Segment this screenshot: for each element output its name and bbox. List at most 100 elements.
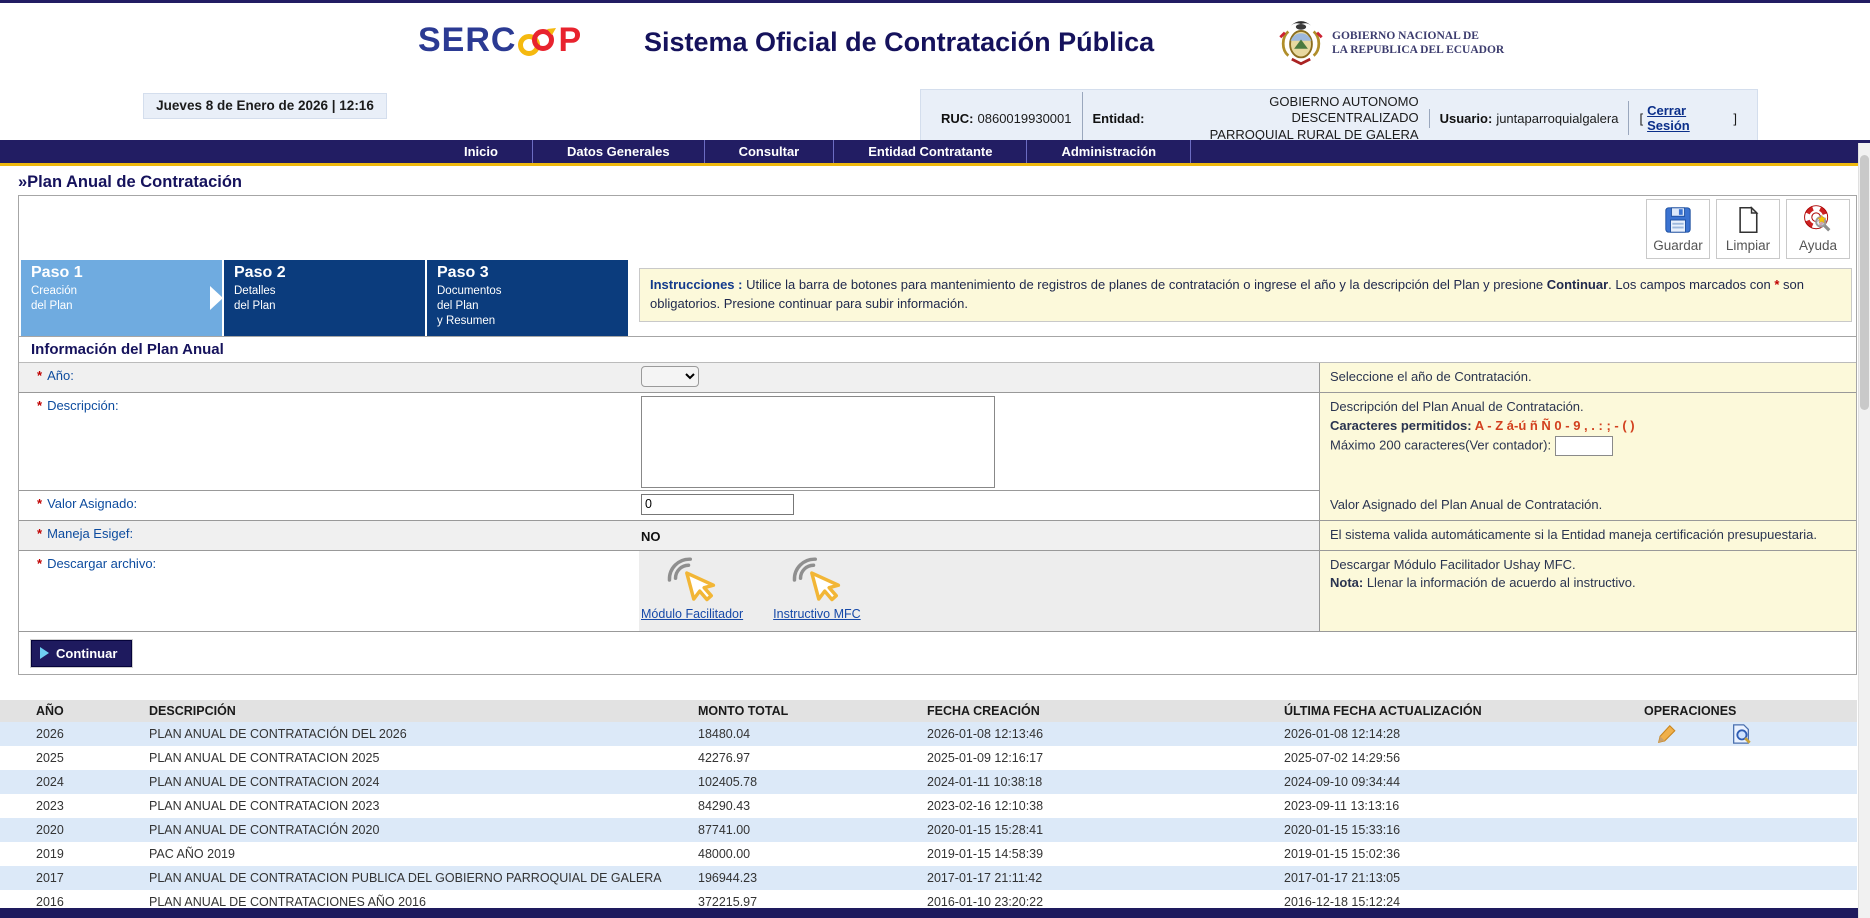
cell-year: 2017 — [36, 871, 149, 885]
form-row-descargar: *Descargar archivo: Módulo Faci — [19, 551, 1856, 632]
cell-updated: 2026-01-08 12:14:28 — [1284, 727, 1644, 741]
valor-label: Valor Asignado: — [47, 496, 137, 511]
scrollbar-thumb[interactable] — [1860, 155, 1869, 410]
table-row: 2020 PLAN ANUAL DE CONTRATACIÓN 2020 877… — [0, 818, 1857, 842]
cell-description: PLAN ANUAL DE CONTRATACION 2025 — [149, 751, 698, 765]
cell-year: 2016 — [36, 895, 149, 909]
cell-created: 2023-02-16 12:10:38 — [927, 799, 1284, 813]
nav-item[interactable]: Datos Generales — [533, 140, 705, 163]
form-row-valor: *Valor Asignado: Valor Asignado del Plan… — [19, 491, 1856, 521]
help-button[interactable]: Ayuda — [1786, 199, 1850, 259]
anio-select[interactable] — [641, 366, 699, 387]
cell-created: 2024-01-11 10:38:18 — [927, 775, 1284, 789]
modulo-facilitador-download[interactable]: Módulo Facilitador — [641, 554, 743, 628]
col-header-ultima-actualizacion: ÚLTIMA FECHA ACTUALIZACIÓN — [1284, 704, 1644, 718]
cell-updated: 2024-09-10 09:34:44 — [1284, 775, 1644, 789]
cell-description: PLAN ANUAL DE CONTRATACION 2023 — [149, 799, 698, 813]
page: SERC P Sistema Oficial de Contratación P… — [0, 0, 1870, 915]
floppy-disk-icon — [1663, 205, 1693, 235]
cell-created: 2017-01-17 21:11:42 — [927, 871, 1284, 885]
footer-bar — [0, 908, 1870, 918]
table-row: 2024 PLAN ANUAL DE CONTRATACION 2024 102… — [0, 770, 1857, 794]
plans-table: AÑO DESCRIPCIÓN MONTO TOTAL FECHA CREACI… — [0, 700, 1857, 914]
cell-updated: 2023-09-11 13:13:16 — [1284, 799, 1644, 813]
session-logout: [ Cerrar Sesión ] — [1628, 101, 1747, 135]
descripcion-help: Descripción del Plan Anual de Contrataci… — [1319, 393, 1856, 496]
cell-created: 2016-01-10 23:20:22 — [927, 895, 1284, 909]
cell-amount: 18480.04 — [698, 727, 927, 741]
table-row: 2025 PLAN ANUAL DE CONTRATACION 2025 422… — [0, 746, 1857, 770]
cell-updated: 2016-12-18 15:12:24 — [1284, 895, 1644, 909]
step-arrow-icon — [210, 286, 223, 310]
col-header-descripcion: DESCRIPCIÓN — [149, 704, 698, 718]
government-text: GOBIERNO NACIONAL DE LA REPUBLICA DEL EC… — [1332, 29, 1504, 58]
cell-year: 2023 — [36, 799, 149, 813]
cell-updated: 2019-01-15 15:02:36 — [1284, 847, 1644, 861]
descripcion-textarea[interactable] — [641, 396, 995, 488]
view-document-icon[interactable] — [1730, 723, 1752, 745]
form-row-esigef: *Maneja Esigef: NO El sistema valida aut… — [19, 521, 1856, 551]
descargar-label: Descargar archivo: — [47, 556, 156, 571]
logout-link[interactable]: Cerrar Sesión — [1647, 103, 1729, 133]
col-header-operaciones: OPERACIONES — [1644, 704, 1857, 718]
col-header-anio: AÑO — [36, 704, 149, 718]
table-row: 2017 PLAN ANUAL DE CONTRATACION PUBLICA … — [0, 866, 1857, 890]
cell-year: 2024 — [36, 775, 149, 789]
esigef-label: Maneja Esigef: — [47, 526, 133, 541]
esigef-help: El sistema valida automáticamente si la … — [1319, 521, 1856, 550]
step-3-tab[interactable]: Paso 3 Documentos del Plan y Resumen — [427, 260, 628, 336]
main-nav-list: Inicio Datos Generales Consultar Entidad… — [0, 140, 1870, 163]
main-nav: Inicio Datos Generales Consultar Entidad… — [0, 140, 1870, 166]
step-1-tab[interactable]: Paso 1 Creación del Plan — [21, 260, 222, 336]
valor-input[interactable] — [641, 494, 794, 515]
instructions-box: Instrucciones : Utilice la barra de boto… — [639, 268, 1852, 322]
edit-pencil-icon[interactable] — [1656, 723, 1678, 745]
continue-button[interactable]: Continuar — [31, 640, 132, 667]
nav-item[interactable]: Administración — [1027, 140, 1191, 163]
step-2-tab[interactable]: Paso 2 Detalles del Plan — [224, 260, 425, 336]
sercop-logo: SERC P — [418, 21, 582, 60]
page-scrollbar — [1858, 143, 1870, 918]
datetime-display: Jueves 8 de Enero de 2026 | 12:16 — [143, 93, 387, 119]
continue-row: Continuar — [19, 632, 1856, 678]
sercop-logo-text-2: P — [558, 21, 582, 60]
anio-help: Seleccione el año de Contratación. — [1319, 363, 1856, 392]
descargar-help: Descargar Módulo Facilitador Ushay MFC. … — [1319, 551, 1856, 631]
cell-created: 2019-01-15 14:58:39 — [927, 847, 1284, 861]
nav-item[interactable]: Entidad Contratante — [834, 140, 1027, 163]
cell-amount: 102405.78 — [698, 775, 927, 789]
cell-year: 2019 — [36, 847, 149, 861]
cell-description: PLAN ANUAL DE CONTRATACIONES AÑO 2016 — [149, 895, 698, 909]
government-brand: GOBIERNO NACIONAL DE LA REPUBLICA DEL EC… — [1278, 17, 1504, 69]
descripcion-label: Descripción: — [47, 398, 119, 413]
system-title: Sistema Oficial de Contratación Pública — [644, 27, 1154, 58]
cell-year: 2020 — [36, 823, 149, 837]
sercop-logo-rings-icon — [517, 28, 557, 58]
click-download-icon — [664, 554, 720, 606]
nav-item[interactable]: Consultar — [705, 140, 835, 163]
table-row: 2023 PLAN ANUAL DE CONTRATACION 2023 842… — [0, 794, 1857, 818]
lifebuoy-help-icon — [1803, 205, 1833, 235]
toolbar: Guardar Limpiar Ayuda — [1646, 199, 1850, 259]
cell-description: PAC AÑO 2019 — [149, 847, 698, 861]
sercop-logo-text-1: SERC — [418, 21, 516, 60]
cell-description: PLAN ANUAL DE CONTRATACION PUBLICA DEL G… — [149, 871, 698, 885]
cell-year: 2026 — [36, 727, 149, 741]
cell-operations — [1644, 723, 1857, 745]
clear-button[interactable]: Limpiar — [1716, 199, 1780, 259]
cell-amount: 42276.97 — [698, 751, 927, 765]
cell-amount: 372215.97 — [698, 895, 927, 909]
save-button[interactable]: Guardar — [1646, 199, 1710, 259]
cell-created: 2020-01-15 15:28:41 — [927, 823, 1284, 837]
session-user: Usuario:juntaparroquialgalera — [1429, 109, 1629, 128]
cell-amount: 196944.23 — [698, 871, 927, 885]
form-row-anio: *Año: Seleccione el año de Contratación. — [19, 363, 1856, 393]
wizard-steps: Paso 1 Creación del Plan Paso 2 Detalles… — [21, 260, 628, 336]
counter-input[interactable] — [1555, 436, 1613, 456]
cell-amount: 48000.00 — [698, 847, 927, 861]
col-header-monto: MONTO TOTAL — [698, 704, 927, 718]
cell-description: PLAN ANUAL DE CONTRATACION 2024 — [149, 775, 698, 789]
nav-item[interactable]: Inicio — [430, 140, 533, 163]
instructivo-mfc-download[interactable]: Instructivo MFC — [773, 554, 861, 628]
esigef-value: NO — [641, 524, 1319, 544]
